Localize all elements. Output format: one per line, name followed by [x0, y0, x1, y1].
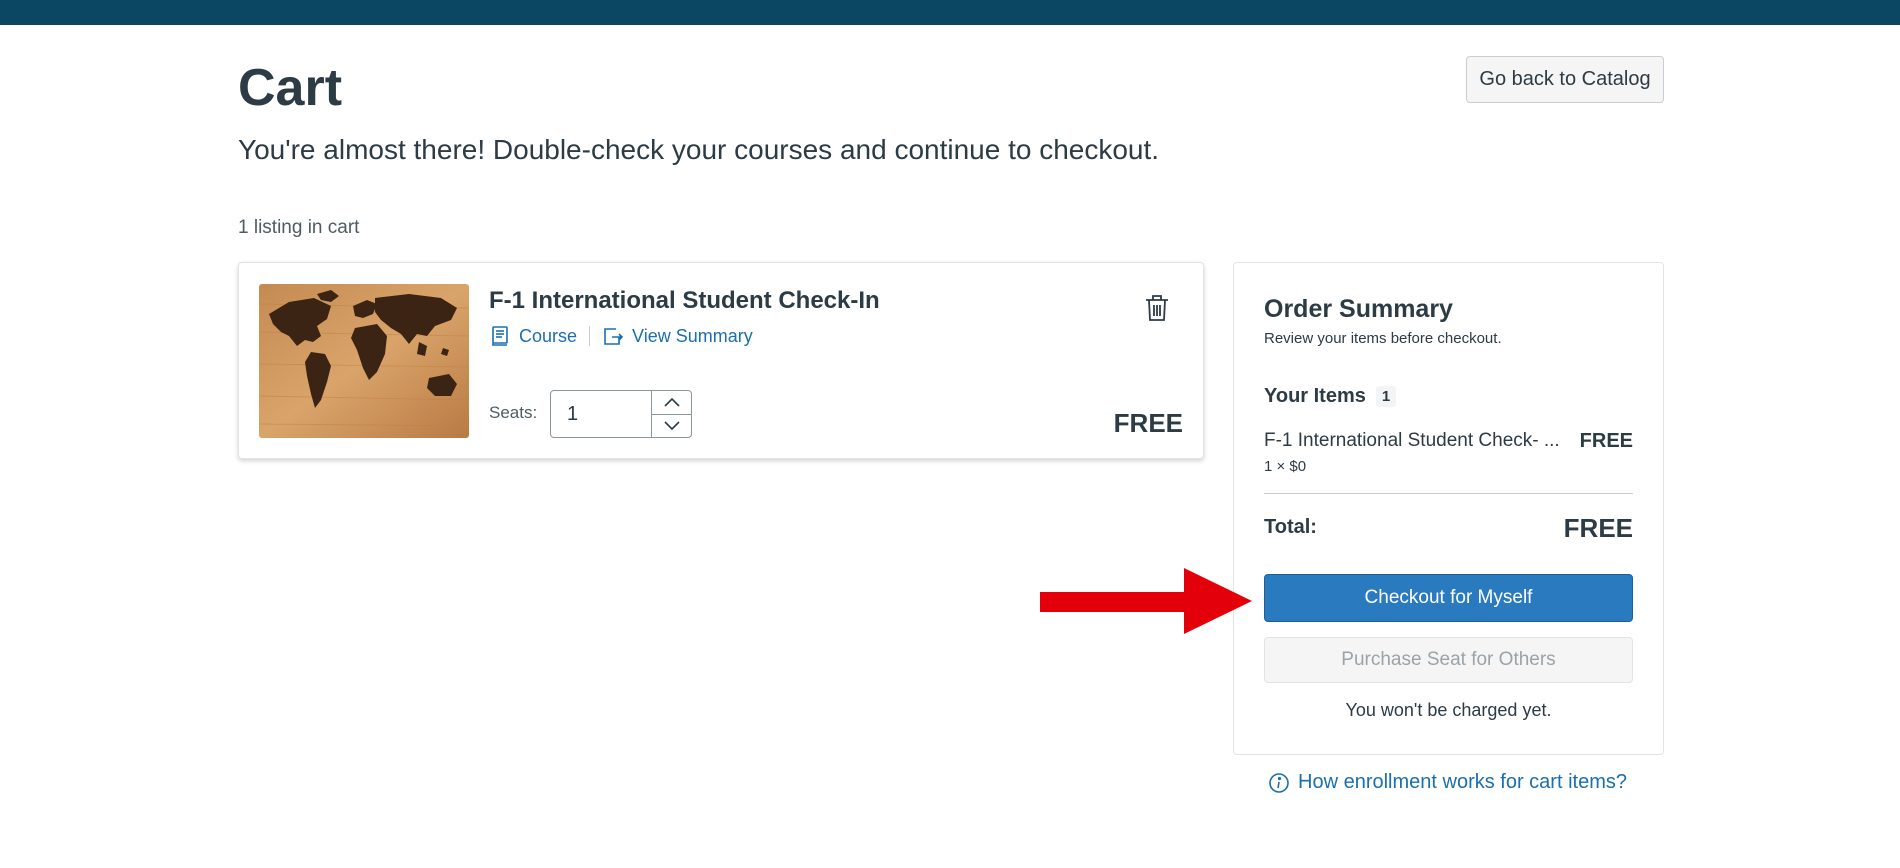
page-title: Cart — [238, 59, 343, 117]
charged-note: You won't be charged yet. — [1345, 700, 1552, 720]
view-summary-link[interactable]: View Summary — [632, 326, 753, 347]
total-label: Total: — [1264, 516, 1317, 538]
chevron-up-icon[interactable] — [652, 391, 691, 414]
info-icon — [1268, 772, 1290, 794]
checkout-for-myself-button[interactable]: Checkout for Myself — [1264, 574, 1633, 622]
cart-item-title[interactable]: F-1 International Student Check-In — [489, 287, 880, 315]
seats-stepper[interactable] — [550, 390, 692, 438]
cart-item-meta: Course View Summary — [489, 325, 753, 347]
world-map-image — [259, 284, 469, 438]
back-to-catalog-button[interactable]: Go back to Catalog — [1466, 56, 1664, 103]
course-type-label: Course — [519, 325, 578, 346]
course-thumbnail — [259, 284, 469, 438]
listing-count: 1 listing in cart — [238, 217, 360, 238]
course-icon — [489, 325, 511, 347]
cart-item-price: FREE — [1113, 408, 1183, 438]
enrollment-help-label: How enrollment works for cart items? — [1298, 771, 1627, 793]
annotation-arrow-icon — [1040, 568, 1252, 634]
order-summary-panel: Order Summary Review your items before c… — [1233, 262, 1664, 755]
top-nav-bar — [0, 0, 1900, 25]
summary-divider — [1264, 493, 1633, 494]
summary-line-name: F-1 International Student Check- ... — [1264, 430, 1560, 451]
purchase-seat-for-others-button[interactable]: Purchase Seat for Others — [1264, 637, 1633, 683]
summary-line-price: FREE — [1579, 430, 1633, 452]
cart-item-card: F-1 International Student Check-In Cours… — [238, 262, 1204, 459]
your-items-label: Your Items — [1264, 385, 1366, 407]
seats-input[interactable] — [551, 391, 651, 437]
items-count-badge: 1 — [1375, 386, 1397, 407]
order-summary-subtitle: Review your items before checkout. — [1264, 330, 1502, 347]
enrollment-help-link[interactable]: How enrollment works for cart items? — [1268, 771, 1627, 794]
meta-divider — [589, 326, 591, 346]
total-value: FREE — [1563, 513, 1633, 543]
your-items-heading: Your Items 1 — [1264, 385, 1397, 408]
page-subtitle: You're almost there! Double-check your c… — [238, 134, 1160, 165]
external-link-icon — [602, 325, 624, 347]
seats-label: Seats: — [489, 403, 538, 422]
summary-line-qty: 1 × $0 — [1264, 458, 1307, 475]
chevron-down-icon[interactable] — [652, 413, 691, 438]
order-summary-title: Order Summary — [1264, 295, 1453, 323]
trash-icon[interactable] — [1144, 293, 1170, 323]
